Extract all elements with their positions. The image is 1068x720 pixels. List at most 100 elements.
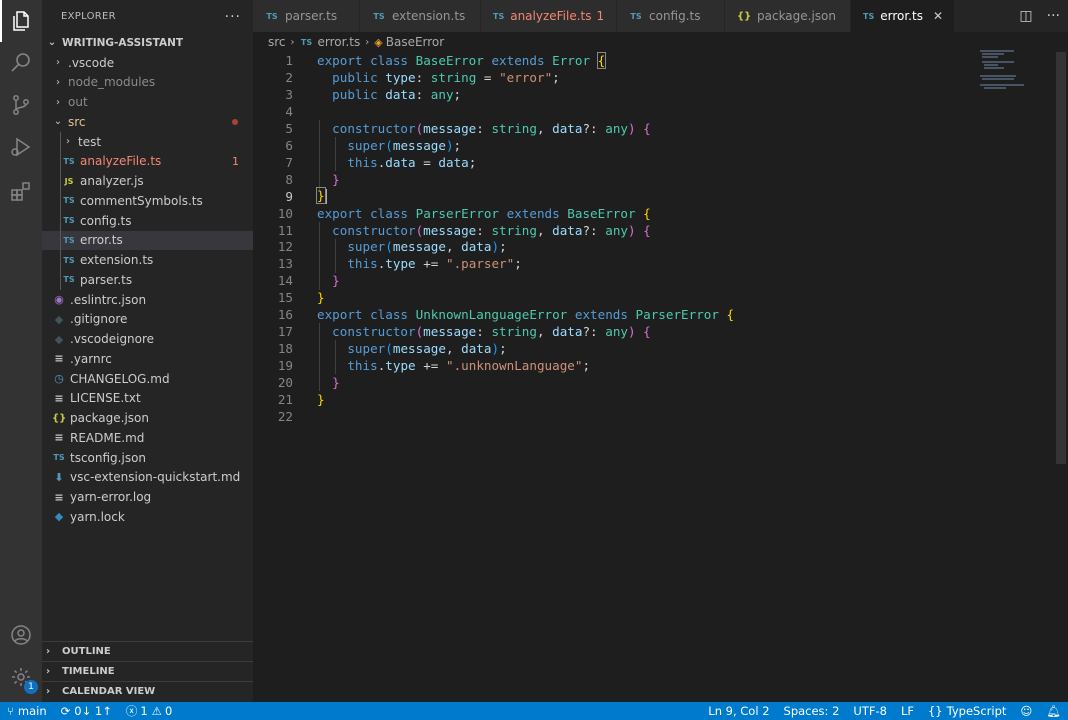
file-item[interactable]: TS error.ts	[42, 230, 253, 251]
source-control-icon[interactable]	[0, 84, 42, 126]
file-item[interactable]: TS config.ts	[42, 210, 253, 231]
tab-parser-ts[interactable]: TS parser.ts	[253, 0, 360, 32]
typescript-file-icon: TS	[863, 11, 875, 21]
workspace-root[interactable]: ⌄ WRITING-ASSISTANT	[42, 33, 253, 53]
code-line[interactable]: 21}	[253, 391, 1053, 408]
file-item[interactable]: ◆ .vscodeignore	[42, 329, 253, 349]
code-line[interactable]: 12 super(message, data);	[253, 238, 1053, 255]
code-line[interactable]: 14 }	[253, 272, 1053, 289]
code-line[interactable]: 18 super(message, data);	[253, 340, 1053, 357]
code-line[interactable]: 9}	[253, 187, 1053, 205]
breadcrumb-folder[interactable]: src	[268, 35, 286, 49]
file-item[interactable]: ≡ .yarnrc	[42, 349, 253, 369]
settings-icon[interactable]: 1	[0, 656, 42, 698]
code-line[interactable]: 17 constructor(message: string, data?: a…	[253, 323, 1053, 340]
run-debug-icon[interactable]	[0, 126, 42, 168]
file-item[interactable]: TS analyzeFile.ts 1	[42, 151, 253, 172]
code-line[interactable]: 7 this.data = data;	[253, 154, 1053, 171]
notifications-icon[interactable]: 🔔︎	[1039, 702, 1068, 720]
editor-scrollbar[interactable]	[1056, 52, 1066, 464]
code-line[interactable]: 20 }	[253, 374, 1053, 391]
tab-extension-ts[interactable]: TS extension.ts	[360, 0, 481, 32]
file-item[interactable]: ⬇ vsc-extension-quickstart.md	[42, 468, 253, 488]
code-line[interactable]: 5 constructor(message: string, data?: an…	[253, 120, 1053, 137]
more-actions-icon[interactable]: ···	[225, 9, 241, 25]
more-actions-icon[interactable]: ···	[1047, 8, 1060, 24]
file-item[interactable]: ≡ README.md	[42, 428, 253, 448]
split-editor-icon[interactable]: ◫	[1019, 8, 1032, 24]
code-line[interactable]: 8 }	[253, 171, 1053, 188]
folder-item[interactable]: › node_modules	[42, 73, 253, 93]
file-item[interactable]: ◷ CHANGELOG.md	[42, 369, 253, 389]
outline-section[interactable]: › OUTLINE	[42, 641, 253, 661]
tab-analyzefile-ts[interactable]: TS analyzeFile.ts 1	[481, 0, 617, 32]
file-item[interactable]: TS extension.ts	[42, 250, 253, 270]
file-item[interactable]: ◉ .eslintrc.json	[42, 290, 253, 310]
calendar-view-section[interactable]: › CALENDAR VIEW	[42, 681, 253, 701]
file-item[interactable]: ≡ LICENSE.txt	[42, 389, 253, 409]
chevron-right-icon: ›	[66, 136, 70, 148]
code-line[interactable]: 11 constructor(message: string, data?: a…	[253, 222, 1053, 239]
sync-indicator[interactable]: ⟳ 0↓ 1↑	[54, 702, 119, 720]
branch-label: main	[17, 704, 47, 718]
end-of-line[interactable]: LF	[894, 702, 921, 720]
code-line[interactable]: 4	[253, 103, 1053, 120]
line-number: 1	[285, 53, 293, 68]
breadcrumb-symbol[interactable]: BaseError	[386, 35, 444, 49]
file-item[interactable]: TS parser.ts	[42, 270, 253, 290]
encoding[interactable]: UTF-8	[846, 702, 894, 720]
code-line[interactable]: 3 public data: any;	[253, 86, 1053, 103]
problems-indicator[interactable]: ⓧ 1 ⚠ 0	[119, 702, 179, 720]
folder-item[interactable]: › .vscode	[42, 53, 253, 73]
chevron-right-icon: ›	[46, 646, 51, 657]
code-line[interactable]: 13 this.type += ".parser";	[253, 255, 1053, 272]
cursor-position[interactable]: Ln 9, Col 2	[701, 702, 776, 720]
file-item[interactable]: ≡ yarn-error.log	[42, 487, 253, 507]
breadcrumb-file[interactable]: error.ts	[318, 35, 361, 49]
problem-count-badge: 1	[232, 154, 239, 168]
outline-label: OUTLINE	[62, 646, 111, 657]
code-line[interactable]: 15}	[253, 289, 1053, 306]
file-item[interactable]: TS tsconfig.json	[42, 448, 253, 468]
code-text: public data: any;	[332, 86, 462, 102]
indent-guide	[60, 131, 61, 152]
branch-indicator[interactable]: ⑂ main	[0, 702, 54, 720]
folder-item[interactable]: › test	[42, 131, 253, 152]
file-item[interactable]: TS commentSymbols.ts	[42, 191, 253, 211]
tab-config-ts[interactable]: TS config.ts	[617, 0, 725, 32]
files-icon[interactable]	[0, 0, 42, 42]
status-right: Ln 9, Col 2 Spaces: 2 UTF-8 LF {} TypeSc…	[701, 702, 1068, 720]
language-mode[interactable]: {} TypeScript	[921, 702, 1013, 720]
chevron-right-icon: ›	[46, 666, 51, 677]
code-editor[interactable]: 1 export class BaseError extends Error {2…	[253, 52, 1068, 702]
code-line[interactable]: 16 export class UnknownLanguageError exte…	[253, 306, 1053, 323]
line-number: 20	[277, 375, 293, 391]
file-item[interactable]: ◆ yarn.lock	[42, 507, 253, 527]
code-line[interactable]: 10 export class ParserError extends BaseE…	[253, 205, 1053, 222]
code-line[interactable]: 6 super(message);	[253, 137, 1053, 154]
chevron-down-icon: ⌄	[53, 116, 63, 128]
line-number: 16	[277, 307, 293, 323]
close-icon[interactable]: ✕	[933, 9, 943, 23]
code-line[interactable]: 2 public type: string = "error";	[253, 69, 1053, 86]
minimap[interactable]	[980, 50, 1052, 90]
folder-item[interactable]: ⌄ src	[42, 112, 253, 132]
indentation[interactable]: Spaces: 2	[777, 702, 847, 720]
timeline-section[interactable]: › TIMELINE	[42, 661, 253, 681]
code-line[interactable]: 1 export class BaseError extends Error {	[253, 52, 1053, 69]
file-item[interactable]: {} package.json	[42, 408, 253, 428]
typescript-file-icon: TS	[63, 275, 75, 285]
code-line[interactable]: 22	[253, 408, 1053, 425]
account-icon[interactable]	[0, 614, 42, 656]
tab-package-json[interactable]: {} package.json	[725, 0, 851, 32]
search-icon[interactable]	[0, 42, 42, 84]
file-item[interactable]: ◆ .gitignore	[42, 310, 253, 330]
folder-item[interactable]: › out	[42, 92, 253, 112]
code-line[interactable]: 19 this.type += ".unknownLanguage";	[253, 357, 1053, 374]
tab-label: extension.ts	[392, 9, 466, 23]
extensions-icon[interactable]	[0, 170, 42, 212]
file-item[interactable]: JS analyzer.js	[42, 171, 253, 191]
feedback-icon[interactable]: ☺	[1013, 702, 1039, 720]
tab-error-ts[interactable]: TS error.ts ✕	[851, 0, 955, 32]
activity-bar: 1	[0, 0, 42, 702]
